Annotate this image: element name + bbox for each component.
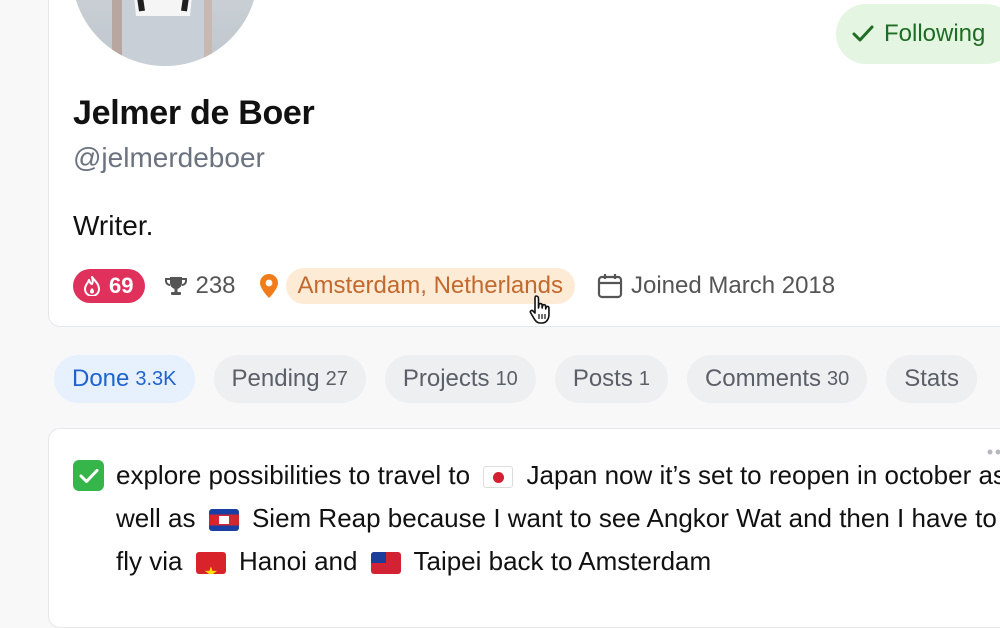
- tab-count: 30: [827, 368, 849, 391]
- checkmark-icon: [852, 25, 874, 43]
- tab-pending[interactable]: Pending 27: [214, 355, 366, 403]
- tab-projects[interactable]: Projects 10: [385, 355, 536, 403]
- profile-tabs: Done 3.3K Pending 27 Projects 10 Posts 1 Com…: [54, 355, 977, 403]
- streak-count: 69: [109, 273, 133, 299]
- profile-handle: @jelmerdeboer: [73, 142, 265, 174]
- tab-comments[interactable]: Comments 30: [687, 355, 867, 403]
- tab-stats[interactable]: Stats: [886, 355, 977, 403]
- task-done-checkbox[interactable]: [73, 460, 104, 491]
- tab-count: 27: [326, 368, 348, 391]
- task-text-part: Taipei back to Amsterdam: [413, 546, 711, 576]
- map-pin-icon: [258, 273, 280, 299]
- hand-cursor-icon: [528, 294, 554, 326]
- avatar-photo: [112, 0, 212, 66]
- tab-label: Projects: [403, 365, 490, 393]
- tab-count: 10: [496, 368, 518, 391]
- tab-label: Done: [72, 365, 129, 393]
- checkbox-checked-icon: [79, 468, 99, 484]
- calendar-icon: [597, 273, 623, 299]
- tab-done[interactable]: Done 3.3K: [54, 355, 195, 403]
- tab-label: Comments: [705, 365, 821, 393]
- tab-count: 1: [639, 368, 650, 391]
- taiwan-flag-icon: [371, 552, 401, 574]
- tab-label: Posts: [573, 365, 633, 393]
- following-label: Following: [884, 20, 985, 48]
- task-text-part: Hanoi and: [239, 546, 358, 576]
- streak-badge[interactable]: 69: [73, 269, 145, 303]
- task-text[interactable]: explore possibilities to travel to Japan…: [116, 454, 1000, 583]
- praise-count: 238: [195, 272, 235, 300]
- profile-name: Jelmer de Boer: [73, 94, 314, 133]
- profile-bio: Writer.: [73, 210, 153, 242]
- cambodia-flag-icon: [209, 509, 239, 531]
- tab-count: 3.3K: [135, 368, 176, 391]
- flame-icon: [83, 276, 101, 296]
- following-button[interactable]: Following: [836, 4, 1000, 64]
- profile-meta: 69 238 Amsterdam, Netherlands Joined Mar…: [73, 268, 835, 304]
- joined-label: Joined March 2018: [631, 272, 835, 300]
- tab-label: Pending: [232, 365, 320, 393]
- tab-label: Stats: [904, 365, 959, 393]
- vietnam-flag-icon: [196, 552, 226, 574]
- japan-flag-icon: [483, 466, 513, 488]
- tab-posts[interactable]: Posts 1: [555, 355, 668, 403]
- praise-stat[interactable]: 238: [165, 272, 235, 300]
- joined-date: Joined March 2018: [597, 272, 835, 300]
- trophy-icon: [165, 275, 187, 297]
- task-text-part: explore possibilities to travel to: [116, 460, 470, 490]
